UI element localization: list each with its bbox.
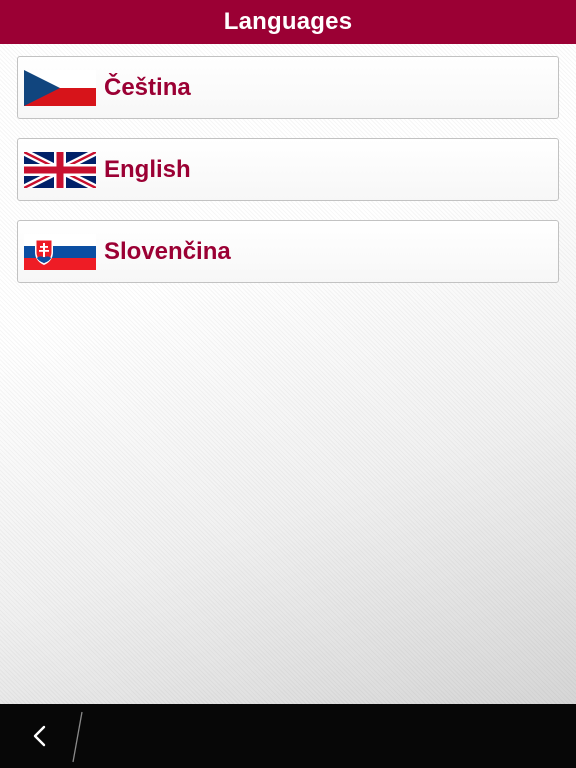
bottom-toolbar bbox=[0, 704, 576, 768]
language-item-slovak[interactable]: Slovenčina bbox=[17, 220, 559, 283]
slovak-flag-icon bbox=[24, 233, 96, 270]
language-label: Slovenčina bbox=[104, 237, 231, 265]
title-bar: Languages bbox=[0, 0, 576, 44]
language-item-english[interactable]: English bbox=[17, 138, 559, 201]
language-item-czech[interactable]: Čeština bbox=[17, 56, 559, 119]
language-list: Čeština English Slovenčina bbox=[17, 56, 559, 302]
app-window: Languages Čeština English Slovenčina bbox=[0, 0, 576, 768]
chevron-left-icon bbox=[30, 722, 50, 755]
uk-flag-icon bbox=[24, 151, 96, 188]
content-area: Čeština English Slovenčina bbox=[0, 44, 576, 704]
toolbar-divider bbox=[70, 710, 84, 764]
language-label: English bbox=[104, 155, 191, 183]
language-label: Čeština bbox=[104, 73, 191, 101]
back-button[interactable] bbox=[22, 720, 58, 756]
czech-flag-icon bbox=[24, 69, 96, 106]
page-title: Languages bbox=[223, 8, 353, 35]
